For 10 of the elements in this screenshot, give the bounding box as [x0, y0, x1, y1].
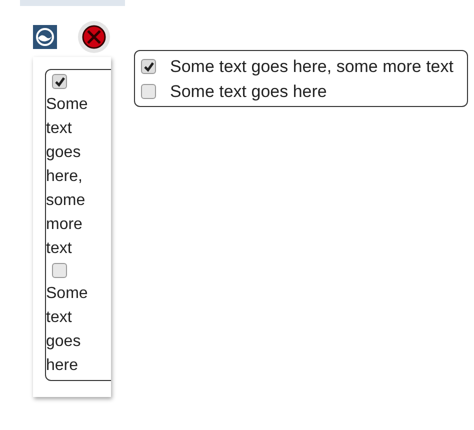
checkbox-label: Some text goes here, some more text [170, 56, 454, 76]
checkbox-label: Some text goes here [46, 284, 86, 376]
close-button[interactable] [78, 21, 110, 53]
app-icon[interactable] [33, 25, 57, 49]
checkbox[interactable] [141, 59, 156, 74]
checkbox-label: Some text goes here [170, 82, 327, 102]
checkbox[interactable] [141, 84, 156, 99]
checkbox[interactable] [52, 263, 67, 278]
checkbox[interactable] [52, 74, 67, 89]
checkbox-label: Some text goes here, some more text [46, 95, 86, 259]
